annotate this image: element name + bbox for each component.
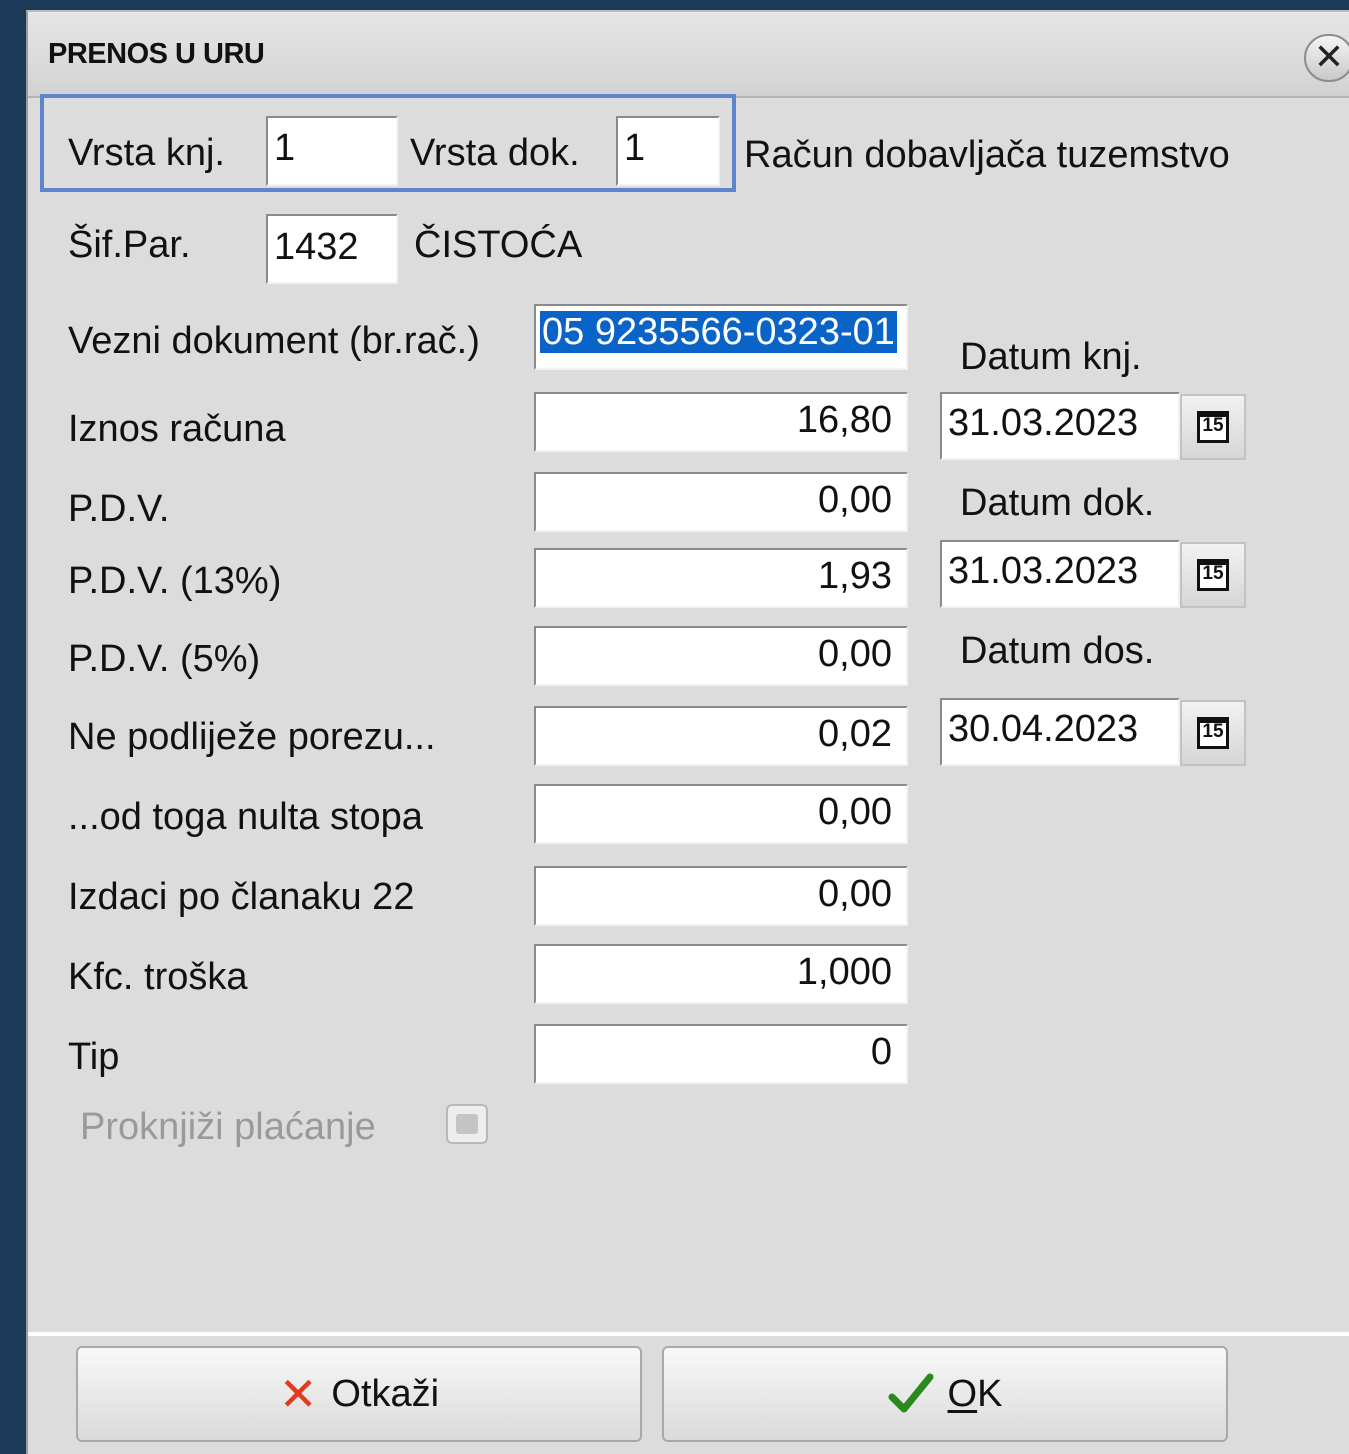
cancel-button-label: Otkaži	[331, 1372, 440, 1415]
partner-name: ČISTOĆA	[414, 224, 583, 266]
proknjizi-placanje-label: Proknjiži plaćanje	[80, 1106, 376, 1148]
sif-par-input[interactable]: 1432	[266, 214, 398, 284]
kfc-troska-label: Kfc. troška	[68, 956, 248, 998]
doc-type-description: Račun dobavljača tuzemstvo	[744, 134, 1230, 176]
calendar-icon: 15	[1197, 559, 1229, 591]
close-button[interactable]: ✕	[1304, 34, 1349, 82]
vrsta-knj-input[interactable]: 1	[266, 116, 398, 186]
ok-mnemonic: O	[947, 1372, 978, 1415]
datum-dos-calendar-button[interactable]: 15	[1180, 700, 1246, 766]
calendar-icon: 15	[1197, 717, 1229, 749]
close-icon: ✕	[1313, 36, 1345, 77]
checkmark-icon	[888, 1373, 934, 1413]
vrsta-dok-input[interactable]: 1	[616, 116, 720, 186]
prenos-u-uru-dialog: PRENOS U URU ✕ Vrsta knj. 1 Vrsta dok. 1…	[26, 10, 1349, 1454]
datum-knj-input[interactable]: 31.03.2023	[940, 392, 1180, 460]
cancel-button[interactable]: ✕ Otkaži	[76, 1346, 642, 1442]
vrsta-dok-label: Vrsta dok.	[410, 132, 580, 174]
vrsta-knj-label: Vrsta knj.	[68, 132, 225, 174]
pdv-input[interactable]: 0,00	[534, 472, 908, 532]
datum-dok-calendar-button[interactable]: 15	[1180, 542, 1246, 608]
ok-button[interactable]: OK	[662, 1346, 1228, 1442]
nulta-stopa-label: ...od toga nulta stopa	[68, 796, 423, 838]
vezni-dokument-selected-text: 05 9235566-0323-01	[540, 311, 897, 353]
nulta-stopa-input[interactable]: 0,00	[534, 784, 908, 844]
iznos-racuna-label: Iznos računa	[68, 408, 286, 450]
datum-dos-input[interactable]: 30.04.2023	[940, 698, 1180, 766]
iznos-racuna-input[interactable]: 16,80	[534, 392, 908, 452]
titlebar: PRENOS U URU ✕	[28, 12, 1349, 98]
ok-button-label: OK	[948, 1373, 1003, 1416]
izdaci-clanak-22-label: Izdaci po članaku 22	[68, 876, 415, 918]
dialog-title: PRENOS U URU	[48, 38, 265, 70]
pdv-label: P.D.V.	[68, 488, 170, 530]
datum-dok-label: Datum dok.	[960, 482, 1155, 524]
tip-label: Tip	[68, 1036, 120, 1078]
cancel-x-icon: ✕	[278, 1368, 318, 1420]
ne-podlijeze-porezu-label: Ne podliježe porezu...	[68, 716, 436, 758]
vezni-dokument-input[interactable]: 05 9235566-0323-01	[534, 304, 908, 370]
datum-knj-label: Datum knj.	[960, 336, 1142, 378]
sif-par-label: Šif.Par.	[68, 224, 191, 266]
pdv-5-label: P.D.V. (5%)	[68, 638, 261, 680]
pdv-5-input[interactable]: 0,00	[534, 626, 908, 686]
tip-input[interactable]: 0	[534, 1024, 908, 1084]
vezni-dokument-label: Vezni dokument (br.rač.)	[68, 320, 480, 362]
ok-label-rest: K	[977, 1372, 1003, 1415]
datum-dok-input[interactable]: 31.03.2023	[940, 540, 1180, 608]
kfc-troska-input[interactable]: 1,000	[534, 944, 908, 1004]
proknjizi-placanje-checkbox[interactable]	[446, 1104, 488, 1144]
pdv-13-input[interactable]: 1,93	[534, 548, 908, 608]
pdv-13-label: P.D.V. (13%)	[68, 560, 282, 602]
calendar-icon: 15	[1197, 411, 1229, 443]
datum-dos-label: Datum dos.	[960, 630, 1155, 672]
datum-knj-calendar-button[interactable]: 15	[1180, 394, 1246, 460]
ne-podlijeze-porezu-input[interactable]: 0,02	[534, 706, 908, 766]
button-bar-divider	[28, 1332, 1349, 1336]
izdaci-clanak-22-input[interactable]: 0,00	[534, 866, 908, 926]
